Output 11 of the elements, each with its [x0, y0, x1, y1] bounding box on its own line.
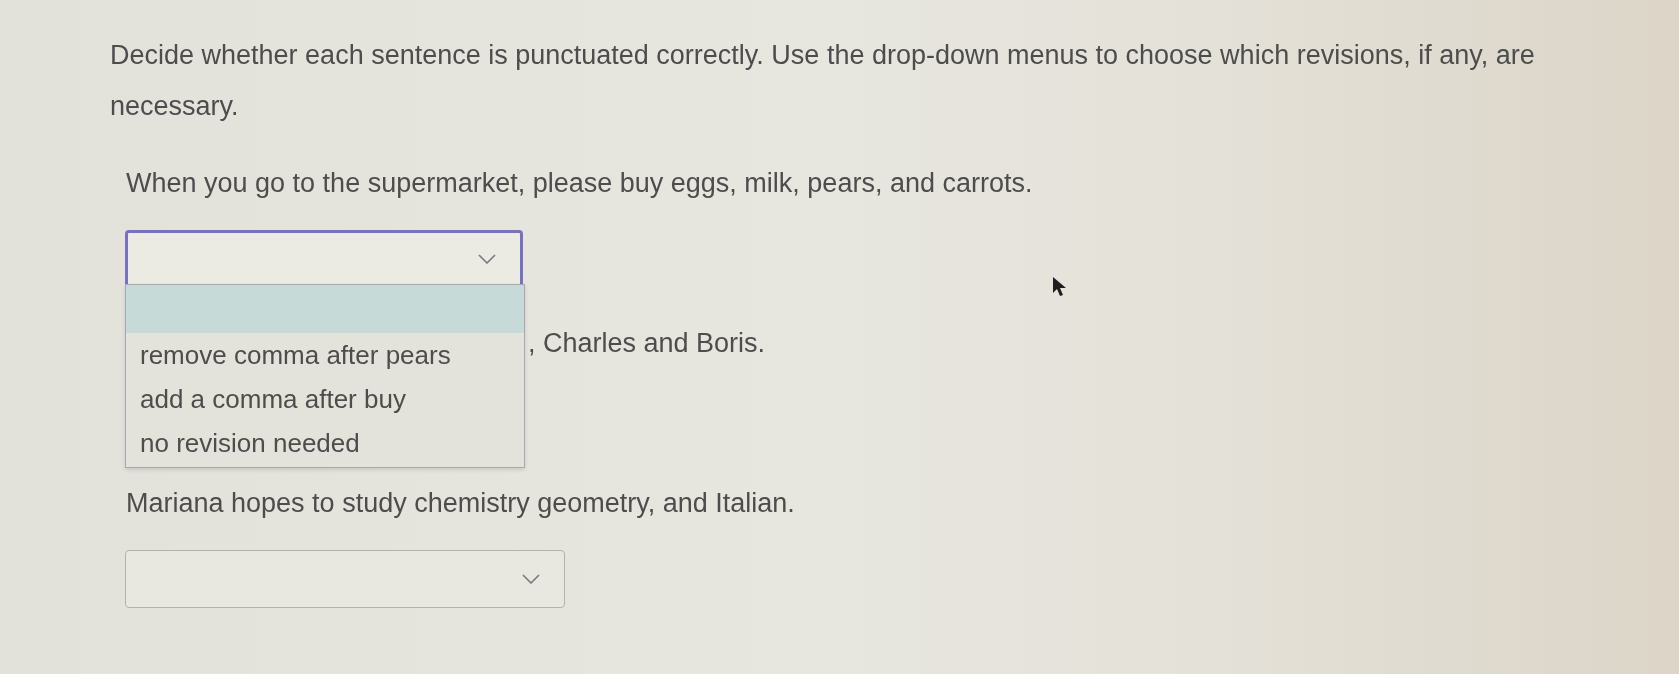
dropdown-option[interactable]: no revision needed	[126, 421, 524, 465]
question-sentence: Mariana hopes to study chemistry geometry, and Italian.	[126, 488, 795, 518]
question-sentence: When you go to the supermarket, please buy eggs, milk, pears, and carrots.	[126, 168, 1033, 198]
chevron-down-icon	[478, 254, 496, 264]
instructions-text: Decide whether each sentence is punctuated correctly. Use the drop-down menus to choose which revisions, if any, are necessary.	[110, 39, 1536, 123]
answer-dropdown[interactable]	[125, 550, 565, 608]
mouse-pointer-icon	[1052, 276, 1068, 298]
chevron-down-icon	[522, 574, 540, 584]
question-sentence: , Charles and Boris.	[528, 328, 766, 358]
dropdown-option[interactable]: add a comma after buy	[126, 377, 524, 421]
dropdown-option[interactable]: remove comma after pears	[126, 333, 524, 377]
